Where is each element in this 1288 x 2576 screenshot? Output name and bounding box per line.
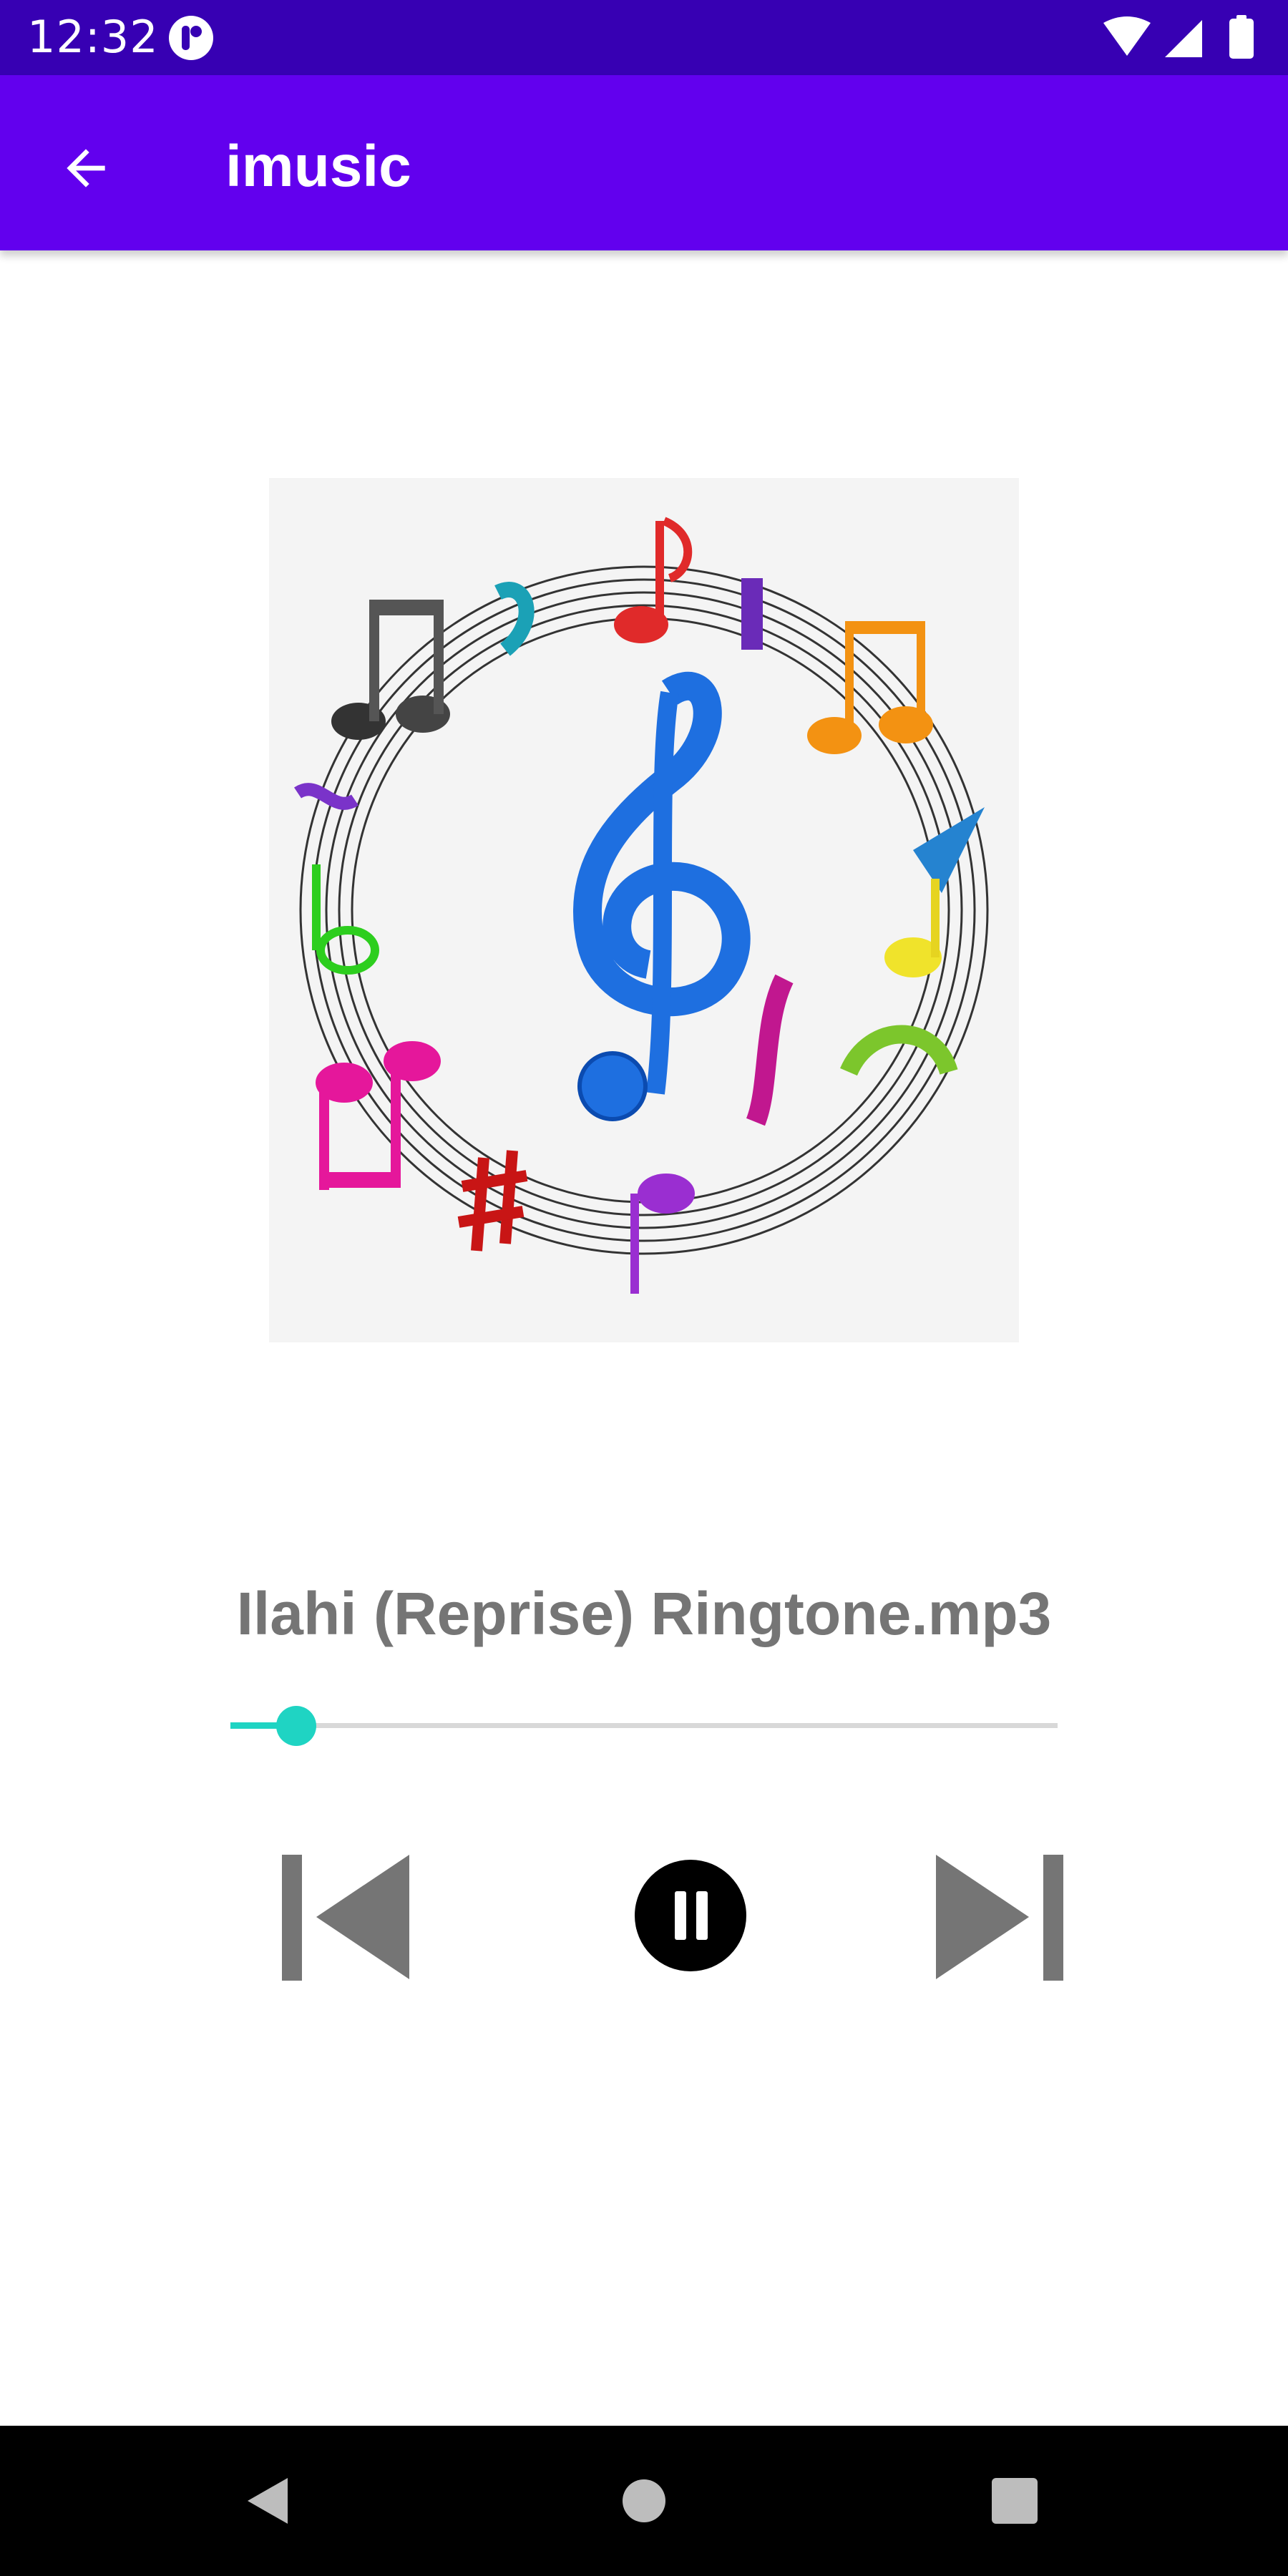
system-nav-bar <box>0 2426 1288 2576</box>
nav-home-icon <box>623 2479 665 2522</box>
app-bar: imusic <box>0 75 1288 250</box>
status-bar: 12:32 <box>0 0 1288 75</box>
seek-thumb[interactable] <box>276 1706 317 1746</box>
notification-badge-icon <box>169 16 213 60</box>
app-title: imusic <box>225 134 411 199</box>
pause-icon <box>635 1860 746 1971</box>
song-title: Ilahi (Reprise) Ringtone.mp3 <box>236 1580 1052 1647</box>
next-button[interactable] <box>930 1846 1066 1989</box>
nav-home-button[interactable] <box>597 2454 691 2547</box>
album-art <box>269 478 1019 1342</box>
seekbar[interactable] <box>230 1694 1059 1756</box>
cell-signal-icon <box>1165 20 1202 57</box>
seek-track <box>230 1723 1058 1728</box>
skip-previous-icon <box>282 1855 409 1981</box>
music-notes-circle-icon <box>294 517 989 1294</box>
wifi-icon <box>1103 16 1151 56</box>
skip-next-icon <box>936 1855 1063 1981</box>
arrow-left-icon <box>67 149 105 187</box>
nav-back-icon <box>248 2478 288 2524</box>
previous-button[interactable] <box>279 1846 415 1989</box>
back-button[interactable] <box>36 118 136 218</box>
nav-recents-icon <box>992 2478 1038 2524</box>
status-time: 12:32 <box>27 11 159 63</box>
battery-icon <box>1229 19 1254 59</box>
status-icons <box>1103 15 1254 59</box>
pause-button[interactable] <box>630 1855 751 1976</box>
nav-recents-button[interactable] <box>968 2454 1061 2547</box>
nav-back-button[interactable] <box>223 2454 316 2547</box>
